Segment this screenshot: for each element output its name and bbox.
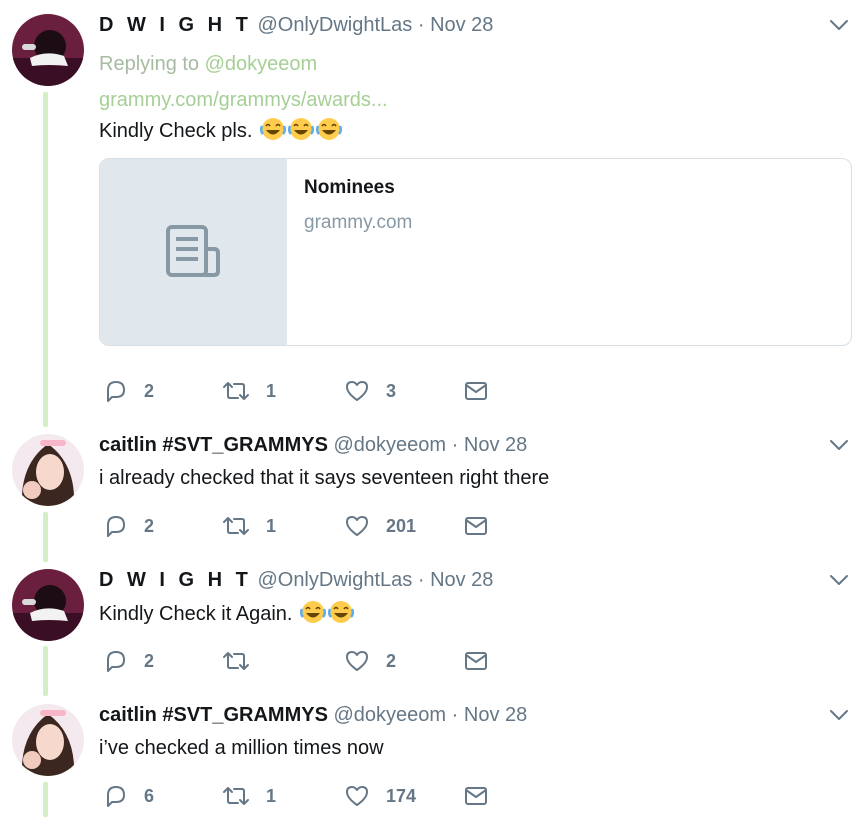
avatar[interactable] — [12, 434, 84, 506]
dm-icon — [465, 652, 487, 670]
reply-count: 2 — [144, 650, 155, 671]
reply-icon — [107, 786, 125, 807]
direct-message-button[interactable] — [464, 648, 488, 674]
handle[interactable]: @OnlyDwightLas — [257, 14, 412, 36]
timestamp[interactable]: Nov 28 — [430, 569, 493, 591]
tweet-header: caitlin #SVT_GRAMMYS @dokyeeom · Nov 28 — [99, 702, 527, 728]
reply-count: 6 — [144, 785, 155, 806]
chevron-down-icon[interactable] — [828, 569, 850, 591]
like-count: 201 — [386, 515, 417, 536]
like-count: 174 — [386, 785, 417, 806]
like-icon — [346, 381, 368, 401]
mention-link[interactable]: @dokyeeom — [205, 53, 318, 75]
dm-icon — [465, 382, 487, 400]
dm-icon — [465, 787, 487, 805]
thread-line — [43, 512, 48, 562]
thread-line — [43, 646, 48, 696]
like-count: 2 — [386, 650, 397, 671]
display-name[interactable]: caitlin #SVT_GRAMMYS — [99, 434, 328, 456]
retweet-button[interactable]: 1 — [222, 378, 276, 404]
reply-button[interactable]: 2 — [104, 648, 154, 674]
like-button[interactable]: 201 — [344, 513, 416, 539]
direct-message-button[interactable] — [464, 783, 488, 809]
avatar[interactable] — [12, 569, 84, 641]
chevron-down-icon[interactable] — [828, 704, 850, 726]
retweet-icon — [223, 787, 249, 805]
laughing-emoji-icon — [315, 117, 343, 148]
display-name[interactable]: D W I G H T — [99, 569, 252, 591]
separator: · — [417, 14, 425, 36]
separator: · — [417, 569, 425, 591]
chevron-down-icon[interactable] — [828, 434, 850, 456]
avatar[interactable] — [12, 14, 84, 86]
reply-count: 2 — [144, 380, 155, 401]
like-icon — [346, 516, 368, 536]
like-icon — [346, 651, 368, 671]
direct-message-button[interactable] — [464, 513, 488, 539]
retweet-icon — [223, 517, 249, 535]
retweet-icon — [223, 382, 249, 400]
article-icon — [166, 225, 220, 277]
like-button[interactable]: 2 — [344, 648, 396, 674]
display-name[interactable]: caitlin #SVT_GRAMMYS — [99, 704, 328, 726]
direct-message-button[interactable] — [464, 378, 488, 404]
tweet-text-body: Kindly Check it Again. — [99, 603, 293, 625]
handle[interactable]: @dokyeeom — [334, 434, 447, 456]
tweet-text: i’ve checked a million times now — [99, 737, 384, 759]
reply-icon — [107, 381, 125, 402]
reply-count: 2 — [144, 515, 155, 536]
reply-button[interactable]: 6 — [104, 783, 154, 809]
tweet-text: i already checked that it says seventeen… — [99, 467, 550, 489]
card-title: Nominees — [304, 177, 395, 198]
separator: · — [451, 434, 459, 456]
reply-button[interactable]: 2 — [104, 378, 154, 404]
avatar[interactable] — [12, 704, 84, 776]
reply-button[interactable]: 2 — [104, 513, 154, 539]
card-domain: grammy.com — [304, 212, 413, 233]
like-button[interactable]: 3 — [344, 378, 396, 404]
tweet-text: Kindly Check it Again. — [99, 600, 355, 631]
like-button[interactable]: 174 — [344, 783, 416, 809]
link-card[interactable]: Nominees grammy.com — [99, 158, 852, 346]
laughing-emoji-icon — [327, 600, 355, 631]
tweet-header: D W I G H T @OnlyDwightLas · Nov 28 — [99, 567, 493, 593]
laughing-emoji-icon — [287, 117, 315, 148]
card-thumbnail — [100, 159, 287, 345]
retweet-count: 1 — [266, 785, 277, 806]
laughing-emoji-icon — [259, 117, 287, 148]
timestamp[interactable]: Nov 28 — [430, 14, 493, 36]
retweet-count: 1 — [266, 515, 277, 536]
tweet-text-body: Kindly Check pls. — [99, 120, 253, 142]
thread-line — [43, 92, 48, 427]
replying-to: Replying to @dokyeeom — [99, 51, 317, 77]
tweet-text: Kindly Check pls. — [99, 117, 343, 148]
like-icon — [346, 786, 368, 806]
handle[interactable]: @OnlyDwightLas — [257, 569, 412, 591]
chevron-down-icon[interactable] — [828, 14, 850, 36]
laughing-emoji-icon — [299, 600, 327, 631]
retweet-count: 1 — [266, 380, 277, 401]
retweet-button[interactable]: 1 — [222, 783, 276, 809]
separator: · — [451, 704, 459, 726]
reply-icon — [107, 516, 125, 537]
retweet-button[interactable] — [222, 648, 266, 674]
reply-icon — [107, 651, 125, 672]
handle[interactable]: @dokyeeom — [334, 704, 447, 726]
thread-line — [43, 782, 48, 817]
display-name[interactable]: D W I G H T — [99, 14, 252, 36]
url-link[interactable]: grammy.com/grammys/awards... — [99, 87, 388, 113]
dm-icon — [465, 517, 487, 535]
tweet-header: D W I G H T @OnlyDwightLas · Nov 28 — [99, 12, 493, 38]
replying-prefix: Replying to — [99, 53, 200, 75]
like-count: 3 — [386, 380, 397, 401]
retweet-icon — [223, 652, 249, 670]
tweet-header: caitlin #SVT_GRAMMYS @dokyeeom · Nov 28 — [99, 432, 527, 458]
timestamp[interactable]: Nov 28 — [464, 704, 527, 726]
retweet-button[interactable]: 1 — [222, 513, 276, 539]
timestamp[interactable]: Nov 28 — [464, 434, 527, 456]
